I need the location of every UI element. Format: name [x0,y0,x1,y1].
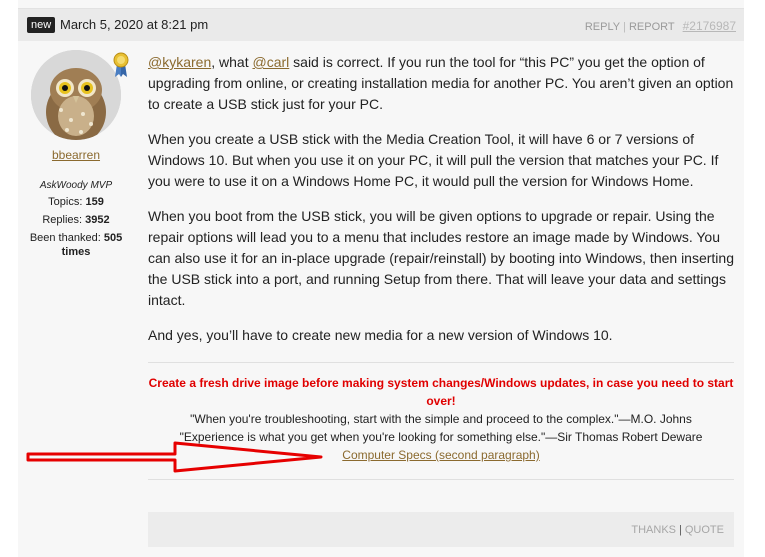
author-name-link[interactable]: bbearren [18,148,134,162]
paragraph-1: @kykaren, what @carl said is correct. If… [148,52,734,115]
page-margin-left [0,0,18,557]
mention-kykaren[interactable]: @kykaren [148,54,211,70]
paragraph-1-text-a: , what [211,54,253,70]
paragraph-2: When you create a USB stick with the Med… [148,131,719,189]
signature-quote-1: "When you're troubleshooting, start with… [190,412,692,426]
post-header: new March 5, 2020 at 8:21 pm REPLY | REPOR… [18,8,744,41]
signature-warning: Create a fresh drive image before making… [148,376,734,408]
computer-specs-link[interactable]: Computer Specs (second paragraph) [342,448,539,462]
action-separator: | [623,21,626,33]
footer-actions: THANKS | QUOTE [631,524,724,536]
post-date: March 5, 2020 at 8:21 pm [60,17,209,32]
paragraph-3: When you boot from the USB stick, you wi… [148,208,734,308]
owl-avatar [31,50,121,140]
footer-separator: | [679,524,682,536]
paragraph-4: And yes, you’ll have to create new media… [148,327,613,343]
post-body: @kykaren, what @carl said is correct. If… [148,52,734,360]
author-thanked: Been thanked: 505 times [18,231,134,259]
post-actions: REPLY | REPORT #2176987 [585,19,736,33]
report-link[interactable]: REPORT [629,21,675,33]
topics-count: 159 [85,196,104,208]
author-topics: Topics: 159 [18,195,134,209]
reply-link[interactable]: REPLY [585,21,620,33]
page-margin-right [744,0,765,557]
footer-divider [148,479,734,480]
thanks-link[interactable]: THANKS [631,524,676,536]
thanked-label: Been thanked: [29,232,101,244]
thanked-count: 505 [103,232,123,244]
thanked-suffix: times [61,246,91,258]
permalink[interactable]: #2176987 [683,19,736,33]
post-footer: THANKS | QUOTE [148,512,734,547]
replies-label: Replies: [42,214,83,226]
author-panel: bbearren AskWoody MVP Topics: 159 Replie… [18,50,134,259]
author-replies: Replies: 3952 [18,213,134,227]
red-arrow-annotation [26,441,323,473]
award-ribbon-icon [113,52,129,77]
mention-carl[interactable]: @carl [252,54,289,70]
avatar-wrapper [31,50,129,140]
signature-divider [148,362,734,363]
quote-link[interactable]: QUOTE [685,524,724,536]
replies-count: 3952 [85,214,110,226]
avatar[interactable] [31,50,121,140]
author-role: AskWoody MVP [39,180,113,191]
topics-label: Topics: [48,196,83,208]
new-badge: new [27,17,56,33]
